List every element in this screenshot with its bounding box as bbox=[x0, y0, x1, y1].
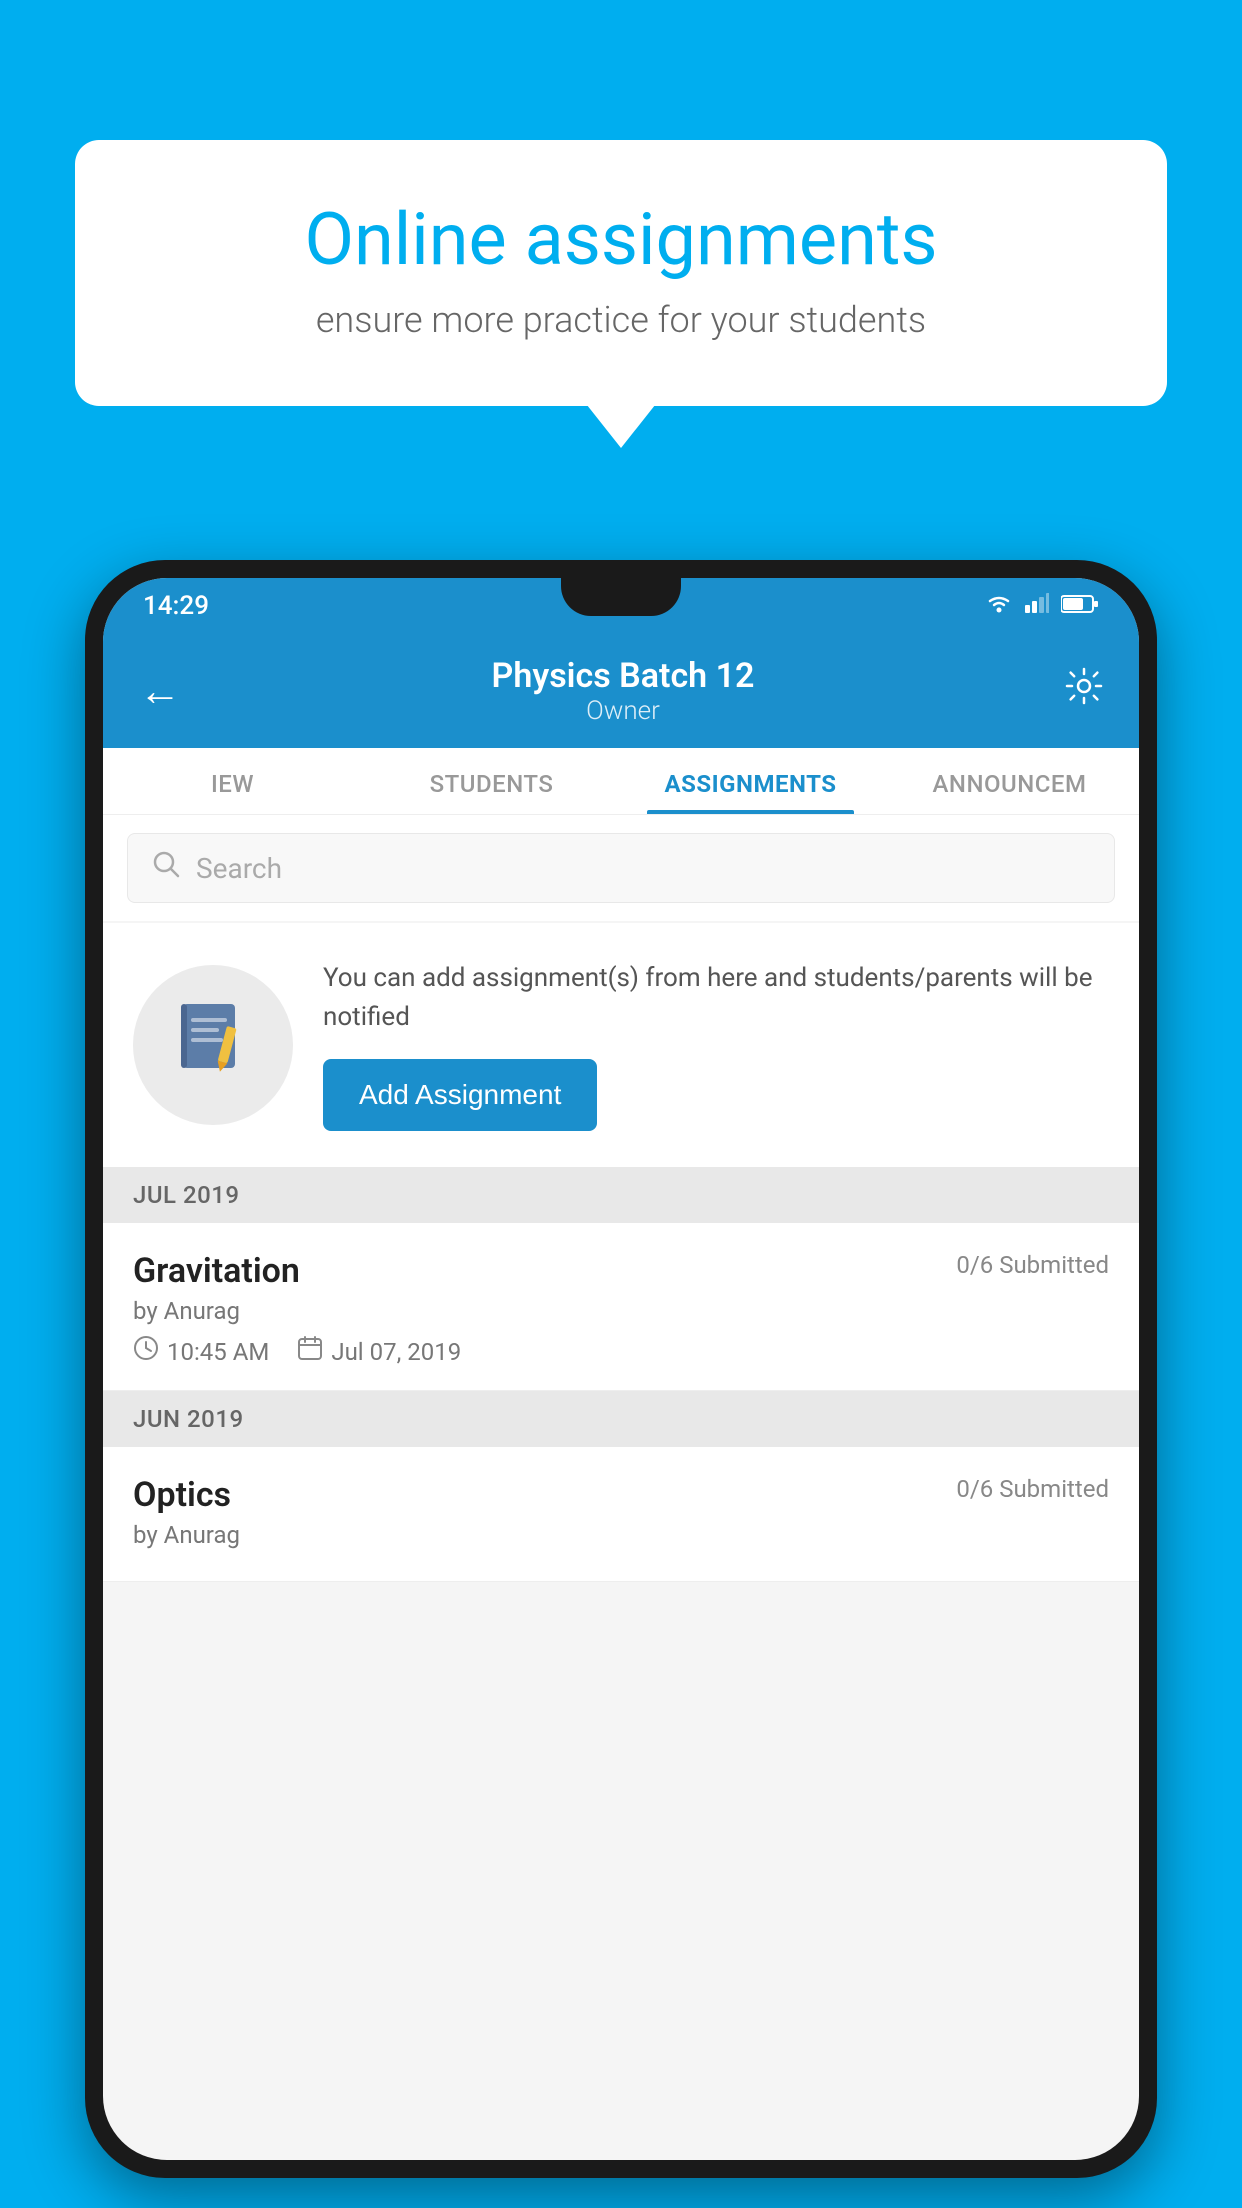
header-subtitle: Owner bbox=[492, 696, 755, 726]
phone-screen: 14:29 bbox=[103, 578, 1139, 2160]
app-header: ← Physics Batch 12 Owner bbox=[103, 634, 1139, 748]
status-icons bbox=[985, 593, 1099, 619]
assignment-time-gravitation: 10:45 AM bbox=[167, 1338, 269, 1366]
assignment-item-optics[interactable]: Optics 0/6 Submitted by Anurag bbox=[103, 1447, 1139, 1582]
assignment-icon-circle bbox=[133, 965, 293, 1125]
assignment-name-optics: Optics bbox=[133, 1475, 231, 1515]
assignment-name-gravitation: Gravitation bbox=[133, 1251, 300, 1291]
search-icon bbox=[152, 850, 180, 886]
search-container: Search bbox=[103, 815, 1139, 921]
speech-bubble-container: Online assignments ensure more practice … bbox=[75, 140, 1167, 406]
notebook-icon bbox=[173, 996, 253, 1094]
assignment-date-gravitation: Jul 07, 2019 bbox=[331, 1338, 461, 1366]
assignment-submitted-optics: 0/6 Submitted bbox=[956, 1475, 1109, 1503]
header-center: Physics Batch 12 Owner bbox=[492, 656, 755, 726]
battery-icon bbox=[1061, 595, 1099, 617]
header-title: Physics Batch 12 bbox=[492, 656, 755, 696]
notch bbox=[561, 578, 681, 616]
status-time: 14:29 bbox=[143, 591, 209, 621]
add-assignment-description: You can add assignment(s) from here and … bbox=[323, 959, 1109, 1037]
meta-time-gravitation: 10:45 AM bbox=[133, 1335, 269, 1368]
assignment-top-optics: Optics 0/6 Submitted bbox=[133, 1475, 1109, 1515]
tab-bar: IEW STUDENTS ASSIGNMENTS ANNOUNCEM bbox=[103, 748, 1139, 815]
section-header-jul: JUL 2019 bbox=[103, 1167, 1139, 1223]
phone-frame: 14:29 bbox=[85, 560, 1157, 2178]
calendar-icon bbox=[297, 1335, 323, 1368]
signal-icon bbox=[1025, 593, 1049, 619]
assignment-submitted-gravitation: 0/6 Submitted bbox=[956, 1251, 1109, 1279]
speech-bubble-title: Online assignments bbox=[145, 200, 1097, 279]
wifi-icon bbox=[985, 593, 1013, 619]
search-placeholder: Search bbox=[196, 852, 282, 885]
back-button[interactable]: ← bbox=[139, 667, 181, 716]
assignment-meta-gravitation: 10:45 AM Jul 07, 2019 bbox=[133, 1335, 1109, 1368]
tab-assignments[interactable]: ASSIGNMENTS bbox=[621, 748, 880, 814]
add-assignment-button[interactable]: Add Assignment bbox=[323, 1059, 597, 1131]
assignment-by-gravitation: by Anurag bbox=[133, 1297, 1109, 1325]
add-assignment-right: You can add assignment(s) from here and … bbox=[323, 959, 1109, 1131]
speech-bubble: Online assignments ensure more practice … bbox=[75, 140, 1167, 406]
speech-bubble-subtitle: ensure more practice for your students bbox=[145, 299, 1097, 341]
tab-announcements[interactable]: ANNOUNCEM bbox=[880, 748, 1139, 814]
tab-students[interactable]: STUDENTS bbox=[362, 748, 621, 814]
tab-iew[interactable]: IEW bbox=[103, 748, 362, 814]
meta-date-gravitation: Jul 07, 2019 bbox=[297, 1335, 461, 1368]
clock-icon bbox=[133, 1335, 159, 1368]
settings-icon[interactable] bbox=[1065, 667, 1103, 715]
section-header-jun: JUN 2019 bbox=[103, 1391, 1139, 1447]
assignment-top: Gravitation 0/6 Submitted bbox=[133, 1251, 1109, 1291]
assignment-item-gravitation[interactable]: Gravitation 0/6 Submitted by Anurag 10:4… bbox=[103, 1223, 1139, 1391]
search-bar[interactable]: Search bbox=[127, 833, 1115, 903]
add-assignment-section: You can add assignment(s) from here and … bbox=[103, 923, 1139, 1167]
assignment-by-optics: by Anurag bbox=[133, 1521, 1109, 1549]
